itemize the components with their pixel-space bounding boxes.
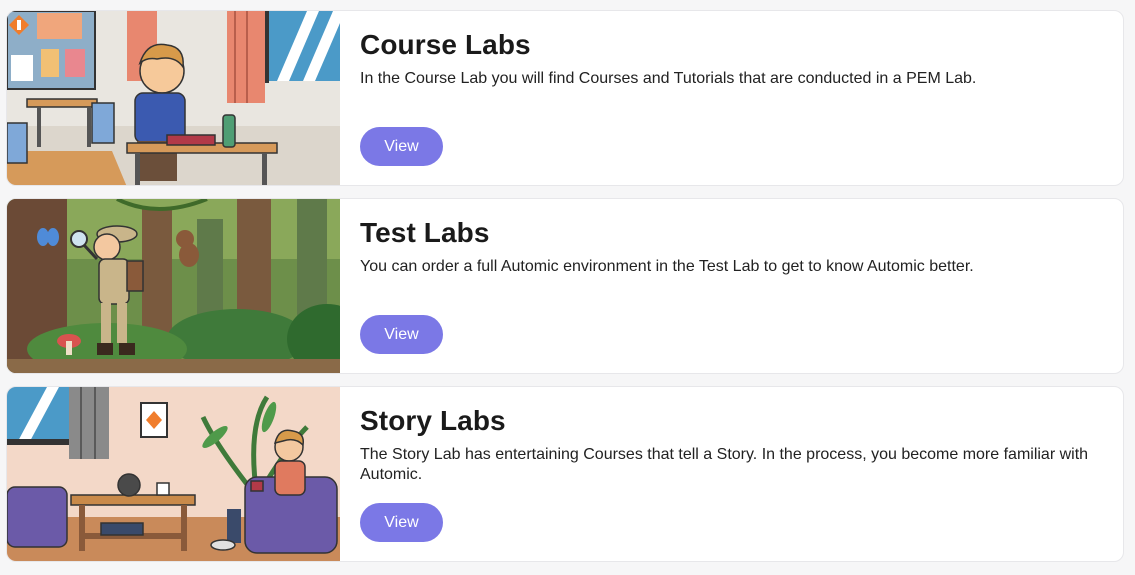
lab-title: Course Labs (360, 29, 531, 60)
test-lab-image (7, 199, 340, 373)
lab-card-body: Test Labs You can order a full Automic e… (360, 199, 1093, 373)
lab-title: Test Labs (360, 217, 490, 248)
course-lab-image (7, 11, 340, 185)
lab-card-story: Story Labs The Story Lab has entertainin… (6, 386, 1124, 562)
lab-card-test: Test Labs You can order a full Automic e… (6, 198, 1124, 374)
lab-card-course: Course Labs In the Course Lab you will f… (6, 10, 1124, 186)
view-button[interactable]: View (360, 127, 443, 166)
jungle-explorer-illustration (7, 199, 340, 373)
lab-card-body: Story Labs The Story Lab has entertainin… (360, 387, 1093, 561)
lab-description: The Story Lab has entertaining Courses t… (360, 446, 1089, 483)
labs-list: Course Labs In the Course Lab you will f… (0, 0, 1135, 575)
lab-description: In the Course Lab you will find Courses … (360, 70, 977, 87)
lab-description: You can order a full Automic environment… (360, 258, 974, 275)
story-lab-image (7, 387, 340, 561)
view-button[interactable]: View (360, 503, 443, 542)
view-button[interactable]: View (360, 315, 443, 354)
lab-title: Story Labs (360, 405, 506, 436)
classroom-illustration (7, 11, 340, 185)
lab-card-body: Course Labs In the Course Lab you will f… (360, 11, 1093, 185)
living-room-reader-illustration (7, 387, 340, 561)
